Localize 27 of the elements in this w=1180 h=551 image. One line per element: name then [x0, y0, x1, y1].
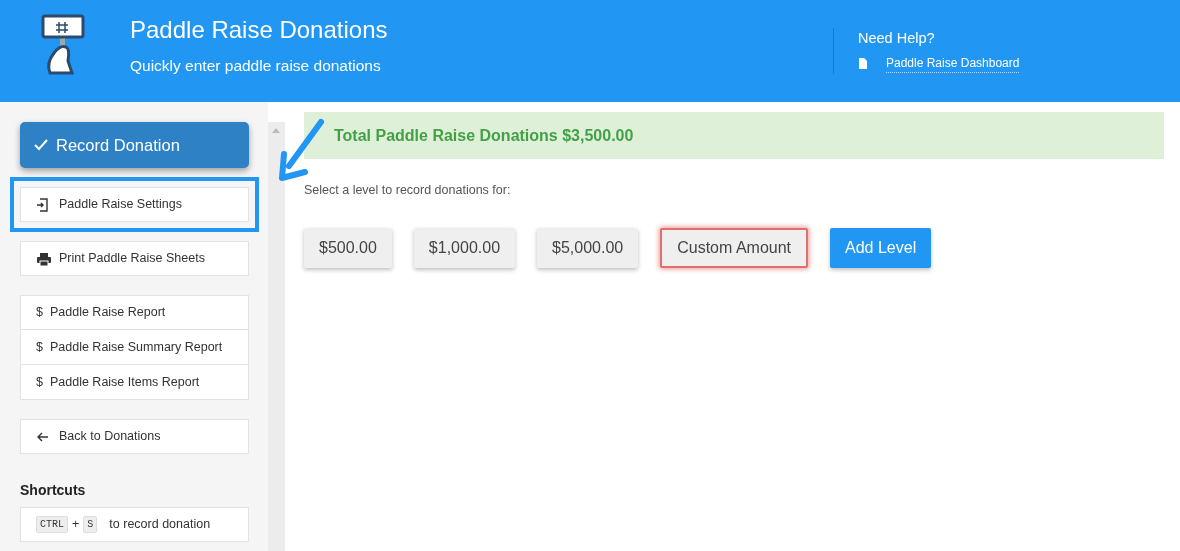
help-heading: Need Help? — [858, 29, 936, 48]
shortcuts-heading: Shortcuts — [20, 481, 87, 500]
app-title: Paddle Raise Donations — [130, 17, 388, 44]
total-banner: Total Paddle Raise Donations $3,500.00 — [304, 112, 1164, 159]
sidebar-link[interactable]: $ Paddle Raise Report — [20, 295, 249, 330]
app-subtitle: Quickly enter paddle raise donations — [130, 55, 382, 76]
printer-icon — [36, 251, 52, 266]
sidebar-link[interactable]: Back to Donations — [20, 419, 249, 454]
level-button[interactable]: $500.00 — [304, 227, 392, 268]
dollar-icon: $ — [36, 372, 43, 392]
shortcut-text: to record donation — [109, 516, 211, 534]
level-button[interactable]: $1,000.00 — [413, 227, 516, 268]
plus-sign: + — [72, 516, 80, 534]
sidebar-link[interactable]: $ Paddle Raise Items Report — [20, 365, 249, 400]
level-prompt: Select a level to record donations for: — [304, 182, 512, 199]
key-cap: S — [83, 516, 98, 533]
key-cap: CTRL — [36, 516, 68, 533]
dollar-icon: $ — [36, 337, 43, 357]
sidebar-link[interactable]: $ Paddle Raise Summary Report — [20, 330, 249, 365]
scroll-up-icon — [272, 128, 280, 133]
record-donation-button[interactable]: Record Donation — [20, 122, 249, 168]
level-button[interactable]: $5,000.00 — [537, 227, 639, 268]
book-icon — [858, 56, 868, 70]
dollar-icon: $ — [36, 303, 43, 322]
sidebar-link[interactable]: Print Paddle Raise Sheets — [20, 241, 249, 276]
check-icon — [34, 139, 48, 151]
level-button[interactable]: Custom Amount — [660, 227, 809, 268]
